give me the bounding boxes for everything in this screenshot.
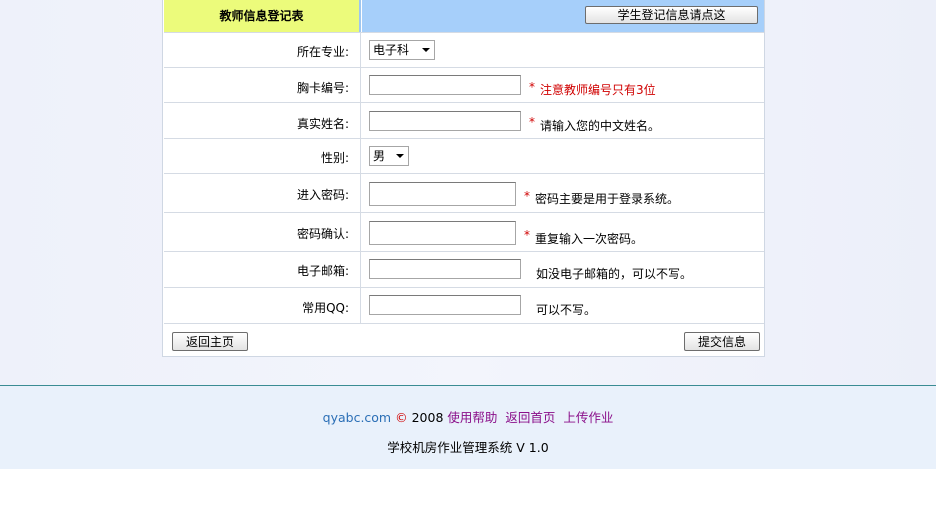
confirm-row: 密码确认: * 重复输入一次密码。 [164, 212, 764, 251]
copyright-year: 2008 [411, 410, 444, 425]
home-link[interactable]: 返回首页 [505, 410, 555, 425]
gender-select[interactable]: 男 [369, 146, 409, 166]
required-mark: * [524, 189, 530, 203]
copyright-symbol: © [395, 410, 408, 425]
teacher-registration-form: 教师信息登记表 学生登记信息请点这 所在专业: 电子科 胸卡编号: * 注意教师… [162, 0, 765, 357]
name-hint: 请输入您的中文姓名。 [540, 119, 661, 133]
site-link[interactable]: qyabc.com [323, 410, 391, 425]
card-row: 胸卡编号: * 注意教师编号只有3位 [164, 67, 764, 102]
email-input[interactable] [369, 259, 521, 279]
name-label: 真实姓名: [296, 117, 349, 131]
qq-label: 常用QQ: [302, 301, 349, 315]
button-row: 返回主页 提交信息 [164, 323, 764, 356]
submit-button[interactable]: 提交信息 [684, 332, 760, 351]
password-label: 进入密码: [296, 188, 349, 202]
major-row: 所在专业: 电子科 [164, 32, 764, 67]
password-input[interactable] [369, 182, 516, 206]
major-label: 所在专业: [296, 45, 349, 59]
password-confirm-input[interactable] [369, 221, 516, 245]
footer-background [0, 386, 936, 469]
help-link[interactable]: 使用帮助 [447, 410, 497, 425]
back-home-button[interactable]: 返回主页 [172, 332, 248, 351]
system-name: 学校机房作业管理系统 V 1.0 [387, 440, 549, 455]
upload-link[interactable]: 上传作业 [563, 410, 613, 425]
real-name-input[interactable] [369, 111, 521, 131]
card-number-input[interactable] [369, 75, 521, 95]
password-hint: 密码主要是用于登录系统。 [535, 192, 680, 206]
major-selected-value: 电子科 [373, 43, 410, 57]
email-hint: 如没电子邮箱的，可以不写。 [536, 267, 693, 281]
required-mark: * [529, 115, 535, 129]
confirm-label: 密码确认: [296, 227, 349, 241]
qq-input[interactable] [369, 295, 521, 315]
gender-row: 性别: 男 [164, 138, 764, 173]
footer-links: qyabc.com © 2008 使用帮助 返回首页 上传作业 [0, 407, 936, 426]
chevron-down-icon [422, 48, 430, 52]
gender-label: 性别: [320, 151, 349, 165]
email-label: 电子邮箱: [296, 264, 349, 278]
password-row: 进入密码: * 密码主要是用于登录系统。 [164, 173, 764, 212]
chevron-down-icon [396, 154, 404, 158]
qq-hint: 可以不写。 [536, 303, 597, 317]
name-row: 真实姓名: * 请输入您的中文姓名。 [164, 102, 764, 138]
confirm-hint: 重复输入一次密码。 [535, 232, 644, 246]
required-mark: * [524, 228, 530, 242]
card-label: 胸卡编号: [296, 81, 349, 95]
major-select[interactable]: 电子科 [369, 40, 435, 60]
email-row: 电子邮箱: 如没电子邮箱的，可以不写。 [164, 251, 764, 287]
card-hint: 注意教师编号只有3位 [540, 83, 656, 97]
form-header-bar: 学生登记信息请点这 [362, 0, 764, 32]
required-mark: * [529, 80, 535, 94]
qq-row: 常用QQ: 可以不写。 [164, 287, 764, 323]
student-registration-button[interactable]: 学生登记信息请点这 [585, 6, 758, 24]
gender-selected-value: 男 [373, 149, 386, 163]
form-title: 教师信息登记表 [164, 0, 361, 32]
